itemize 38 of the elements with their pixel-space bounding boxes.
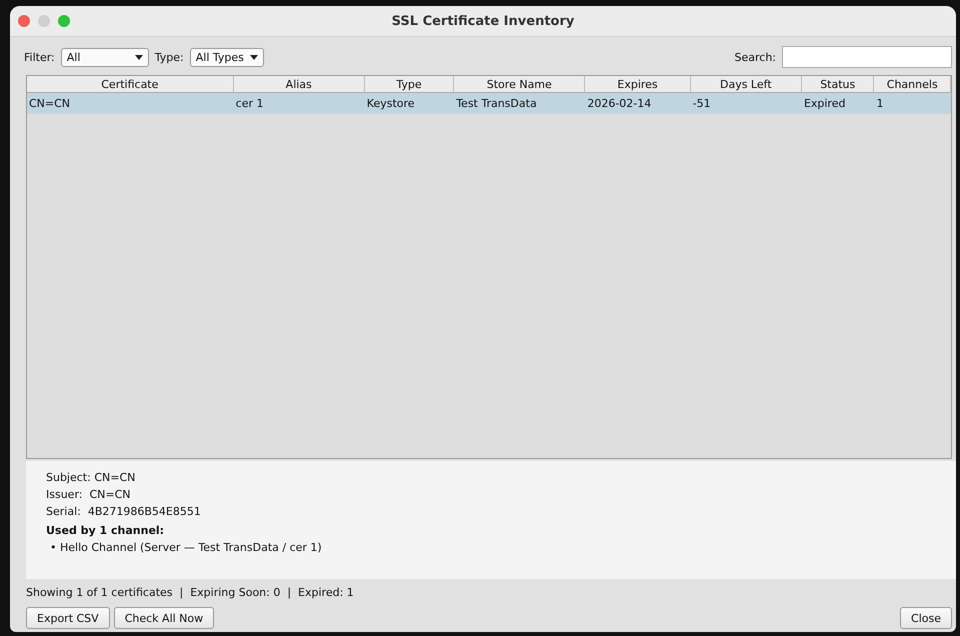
detail-line: Subject: CN=CN [46,471,136,484]
table-cell-text: -51 [692,96,712,112]
action-button[interactable]: Export CSV [26,607,110,629]
detail-heading: Used by 1 channel: [46,524,164,537]
filter-dropdown[interactable]: All [60,48,149,66]
table-cell-text: Test TransData [455,96,538,112]
column-header[interactable]: Status [802,76,874,93]
window-title: SSL Certificate Inventory [392,14,574,28]
table-cell-text: 1 [875,96,884,112]
minimize-window-icon[interactable] [38,15,50,27]
column-header[interactable]: Alias [234,76,365,93]
filter-dropdown[interactable]: All Types [190,48,264,66]
column-header[interactable]: Store Name [454,76,586,93]
zoom-window-icon[interactable] [58,15,70,27]
table-cell-text: cer 1 [234,96,264,112]
table-cell-text: 2026-02-14 [586,96,652,112]
table-cell-text: Expired [802,96,846,112]
column-header[interactable]: Days Left [690,76,802,93]
filter-label: Filter: [24,50,55,64]
action-button[interactable]: Check All Now [114,607,214,629]
column-header[interactable]: Channels [874,76,951,93]
detail-line: Serial: 4B271986B54E8551 [46,505,201,518]
close-window-icon[interactable] [18,15,30,27]
caret-icon [250,54,258,60]
channel-item: • Hello Channel (Server — Test TransData / cer 1) [49,541,322,554]
filter-label: Type: [154,50,184,64]
status-text: Showing 1 of 1 certificates | Expiring Soon: 0 | Expired: 1 [25,585,355,601]
table-cell-text: Keystore [366,96,416,112]
close-button[interactable]: Close [900,607,952,629]
column-header[interactable]: Expires [585,76,691,93]
table-row[interactable]: CN=CN cer 1 Keystore Test TransData 2026-02-14 -51 Expired 1 [27,93,951,114]
caret-icon [134,54,143,60]
search-field[interactable] [782,46,952,68]
table-cell-text: CN=CN [28,96,72,112]
search-label: Search: [734,50,776,64]
column-header[interactable]: Type [364,76,454,93]
column-header[interactable]: Certificate [27,76,234,93]
detail-line: Issuer: CN=CN [46,488,131,501]
